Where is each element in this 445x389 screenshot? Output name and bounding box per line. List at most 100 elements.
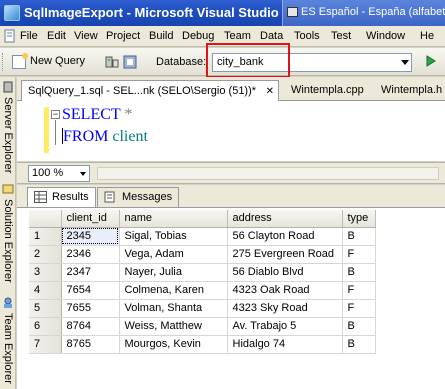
menu-window[interactable]: Window xyxy=(366,30,405,42)
side-tool-panel: Server Explorer Solution Explorer Team E… xyxy=(0,77,16,389)
server-explorer-tab[interactable]: Server Explorer xyxy=(0,79,16,174)
cell-name[interactable]: Weiss, Matthew xyxy=(119,317,228,336)
table-row[interactable]: 7 8765 Mourgos, Kevin Hidalgo 74 B xyxy=(29,335,376,354)
dropdown-arrow-icon[interactable] xyxy=(401,60,409,65)
cell-address[interactable]: Hidalgo 74 xyxy=(227,335,343,354)
table-row[interactable]: 5 7655 Volman, Shanta 4323 Sky Road F xyxy=(29,299,376,318)
column-header-name[interactable]: name xyxy=(119,210,228,228)
row-number[interactable]: 5 xyxy=(29,299,62,318)
cell-client-id[interactable]: 7655 xyxy=(61,299,120,318)
cell-type[interactable]: B xyxy=(342,317,376,336)
cell-name[interactable]: Vega, Adam xyxy=(119,245,228,264)
language-indicator: ES Español - España (alfabet xyxy=(301,6,445,18)
code-line-2: FROM client xyxy=(62,128,148,146)
cell-type[interactable]: F xyxy=(342,281,376,300)
tab-messages-label: Messages xyxy=(122,191,173,203)
cell-client-id[interactable]: 8765 xyxy=(61,335,120,354)
cell-name[interactable]: Mourgos, Kevin xyxy=(119,335,228,354)
solution-explorer-label: Solution Explorer xyxy=(2,199,14,283)
menu-project[interactable]: Project xyxy=(106,30,140,42)
menu-view[interactable]: View xyxy=(74,30,98,42)
cell-client-id[interactable]: 2347 xyxy=(61,263,120,282)
cell-address[interactable]: 4323 Oak Road xyxy=(227,281,343,300)
column-header-client-id[interactable]: client_id xyxy=(61,210,120,228)
cell-name[interactable]: Sigal, Tobias xyxy=(119,227,228,246)
menu-build[interactable]: Build xyxy=(149,30,173,42)
cell-address[interactable]: Av. Trabajo 5 xyxy=(227,317,343,336)
zoom-select[interactable]: 100 % xyxy=(28,165,90,182)
editor-margin xyxy=(17,101,43,161)
tab-sqlquery[interactable]: SqlQuery_1.sql - SEL...nk (SELO\Sergio (… xyxy=(21,80,279,101)
window-title: SqlImageExport - Microsoft Visual Studio xyxy=(24,5,279,20)
new-query-button[interactable]: New Query xyxy=(8,52,89,72)
cell-client-id[interactable]: 8764 xyxy=(61,317,120,336)
team-explorer-tab[interactable]: Team Explorer xyxy=(0,295,16,389)
table-row[interactable]: 6 8764 Weiss, Matthew Av. Trabajo 5 B xyxy=(29,317,376,336)
collapse-icon[interactable]: − xyxy=(51,110,60,119)
row-number[interactable]: 3 xyxy=(29,263,62,282)
results-grid-pane: client_id name address type 1 2345 Sigal… xyxy=(17,207,445,389)
cell-type[interactable]: F xyxy=(342,245,376,264)
cell-type[interactable]: B xyxy=(342,335,376,354)
close-icon[interactable]: ✕ xyxy=(266,86,274,97)
zoom-dropdown-arrow-icon[interactable] xyxy=(80,172,86,176)
fold-line xyxy=(55,120,56,145)
table-row[interactable]: 1 2345 Sigal, Tobias 56 Clayton Road B xyxy=(29,227,376,246)
cell-name[interactable]: Colmena, Karen xyxy=(119,281,228,300)
cell-address[interactable]: 56 Diablo Blvd xyxy=(227,263,343,282)
server-explorer-label: Server Explorer xyxy=(2,97,14,174)
solution-icon xyxy=(2,184,14,194)
cell-client-id[interactable]: 2346 xyxy=(61,245,120,264)
column-header-type[interactable]: type xyxy=(342,210,376,228)
cell-type[interactable]: B xyxy=(342,263,376,282)
cell-address[interactable]: 4323 Sky Road xyxy=(227,299,343,318)
horizontal-scrollbar[interactable] xyxy=(97,167,439,180)
menu-edit[interactable]: Edit xyxy=(47,30,66,42)
column-header-address[interactable]: address xyxy=(227,210,343,228)
select-keyword: SELECT xyxy=(62,106,121,123)
cell-address[interactable]: 56 Clayton Road xyxy=(227,227,343,246)
cell-name[interactable]: Nayer, Julia xyxy=(119,263,228,282)
new-query-label: New Query xyxy=(30,55,86,67)
menu-tools[interactable]: Tools xyxy=(294,30,320,42)
solution-explorer-tab[interactable]: Solution Explorer xyxy=(0,181,16,291)
table-row[interactable]: 3 2347 Nayer, Julia 56 Diablo Blvd B xyxy=(29,263,376,282)
keyboard-icon xyxy=(287,7,298,17)
grid-corner[interactable] xyxy=(29,210,62,228)
connect-icon[interactable] xyxy=(104,54,120,70)
cell-type[interactable]: B xyxy=(342,227,376,246)
row-number[interactable]: 7 xyxy=(29,335,62,354)
menu-data[interactable]: Data xyxy=(260,30,283,42)
table-row[interactable]: 2 2346 Vega, Adam 275 Evergreen Road F xyxy=(29,245,376,264)
tab-messages[interactable]: Messages xyxy=(97,187,180,207)
tab-results[interactable]: Results xyxy=(27,187,96,207)
tab-sqlquery-label: SqlQuery_1.sql - SEL...nk (SELO\Sergio (… xyxy=(28,85,257,97)
menu-team[interactable]: Team xyxy=(224,30,251,42)
table-row[interactable]: 4 7654 Colmena, Karen 4323 Oak Road F xyxy=(29,281,376,300)
row-number[interactable]: 6 xyxy=(29,317,62,336)
menu-file[interactable]: File xyxy=(20,30,38,42)
language-bar[interactable]: ES Español - España (alfabet xyxy=(282,0,445,26)
cell-client-id[interactable]: 2345 xyxy=(61,227,120,246)
database-highlight-box xyxy=(206,43,290,78)
document-menu-icon[interactable] xyxy=(2,29,18,43)
sql-editor[interactable]: − SELECT * FROM client xyxy=(17,101,445,161)
toolbar-grip[interactable] xyxy=(2,53,5,71)
new-query-icon xyxy=(12,53,28,69)
cell-type[interactable]: F xyxy=(342,299,376,318)
tab-wintempla-h[interactable]: Wintempla.h xyxy=(375,80,445,101)
menu-help[interactable]: He xyxy=(420,30,434,42)
change-connection-icon[interactable] xyxy=(122,54,138,70)
execute-icon[interactable] xyxy=(424,54,438,68)
cell-name[interactable]: Volman, Shanta xyxy=(119,299,228,318)
tab-wintempla-cpp[interactable]: Wintempla.cpp xyxy=(285,80,370,101)
cell-address[interactable]: 275 Evergreen Road xyxy=(227,245,343,264)
tab-results-label: Results xyxy=(52,191,89,203)
menu-debug[interactable]: Debug xyxy=(182,30,214,42)
row-number[interactable]: 2 xyxy=(29,245,62,264)
document-tabs: SqlQuery_1.sql - SEL...nk (SELO\Sergio (… xyxy=(17,77,445,101)
menu-test[interactable]: Test xyxy=(331,30,351,42)
row-number[interactable]: 4 xyxy=(29,281,62,300)
cell-client-id[interactable]: 7654 xyxy=(61,281,120,300)
row-number[interactable]: 1 xyxy=(29,227,62,246)
